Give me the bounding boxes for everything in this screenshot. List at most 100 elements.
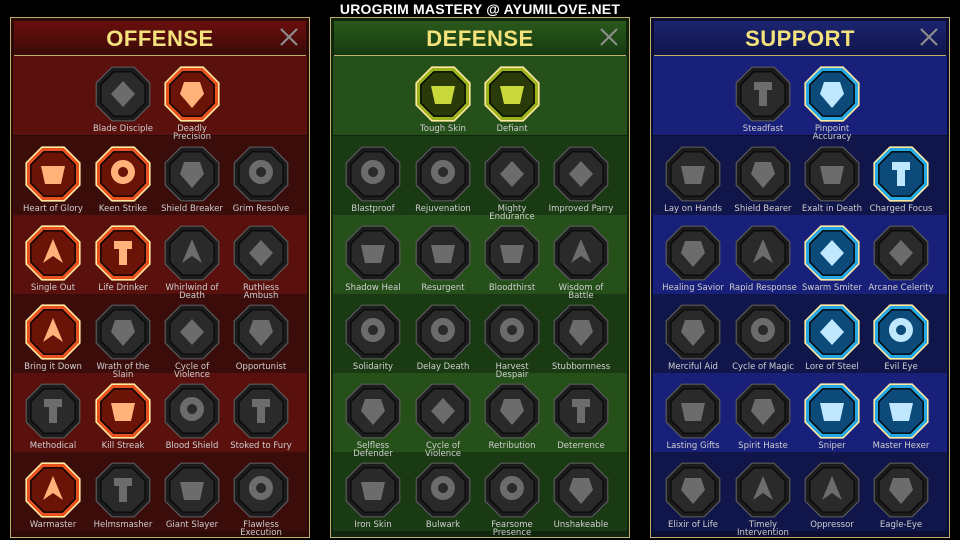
talent-single-out[interactable]: Single Out [19, 223, 87, 302]
talent-merciful-aid[interactable]: Merciful Aid [659, 302, 727, 381]
talent-lore-of-steel[interactable]: Lore of Steel [798, 302, 866, 381]
talent-oppressor[interactable]: Oppressor [798, 460, 866, 537]
defense-panel: DEFENSE Tough Skin Defiant Blastproof Rejuve… [330, 17, 630, 538]
talent-label: Stubbornness [551, 362, 611, 372]
talent-fearsome-presence[interactable]: Fearsome Presence [478, 460, 546, 537]
talent-bring-it-down[interactable]: Bring it Down [19, 302, 87, 381]
talent-lay-on-hands[interactable]: Lay on Hands [659, 144, 727, 223]
talent-lasting-gifts[interactable]: Lasting Gifts [659, 381, 727, 460]
close-icon [920, 28, 938, 46]
talent-sniper[interactable]: Sniper [798, 381, 866, 460]
talent-cycle-of-violence[interactable]: Cycle of Violence [158, 302, 226, 381]
talent-eagle-eye[interactable]: Eagle-Eye [867, 460, 935, 537]
muscle-figure-icon [484, 146, 540, 202]
talent-rejuvenation[interactable]: Rejuvenation [409, 144, 477, 223]
talent-harvest-despair[interactable]: Harvest Despair [478, 302, 546, 381]
close-icon [600, 28, 618, 46]
talent-wisdom-of-battle[interactable]: Wisdom of Battle [547, 223, 615, 302]
talent-tough-skin[interactable]: Tough Skin [409, 64, 477, 143]
talent-blood-shield[interactable]: Blood Shield [158, 381, 226, 460]
talent-healing-savior[interactable]: Healing Savior [659, 223, 727, 302]
talent-label: Wisdom of Battle [558, 283, 604, 301]
talent-deterrence[interactable]: Deterrence [547, 381, 615, 460]
talent-whirlwind-of-death[interactable]: Whirlwind of Death [158, 223, 226, 302]
talent-resurgent[interactable]: Resurgent [409, 223, 477, 302]
talent-label: Kill Streak [101, 441, 145, 451]
talent-exalt-in-death[interactable]: Exalt in Death [798, 144, 866, 223]
support-close-button[interactable] [918, 26, 940, 48]
talent-label: Sniper [818, 441, 846, 451]
plus-heart-icon [735, 66, 791, 122]
timely-skull-icon [735, 462, 791, 518]
talent-opportunist[interactable]: Opportunist [227, 302, 295, 381]
talent-label: Deterrence [557, 441, 605, 451]
talent-label: Elixir of Life [668, 520, 718, 530]
talent-solidarity[interactable]: Solidarity [339, 302, 407, 381]
healing-figure-icon [665, 225, 721, 281]
retribution-skull-icon [484, 383, 540, 439]
talent-keen-strike[interactable]: Keen Strike [89, 144, 157, 223]
open-book-icon [804, 304, 860, 360]
talent-label: Charged Focus [869, 204, 933, 214]
talent-charged-focus[interactable]: Charged Focus [867, 144, 935, 223]
talent-retribution[interactable]: Retribution [478, 381, 546, 460]
talent-kill-streak[interactable]: Kill Streak [89, 381, 157, 460]
blood-shield-icon [164, 383, 220, 439]
talent-bulwark[interactable]: Bulwark [409, 460, 477, 537]
talent-flawless-execution[interactable]: Flawless Execution [227, 460, 295, 537]
talent-cycle-of-magic[interactable]: Cycle of Magic [729, 302, 797, 381]
talent-grim-resolve[interactable]: Grim Resolve [227, 144, 295, 223]
talent-arcane-celerity[interactable]: Arcane Celerity [867, 223, 935, 302]
talent-shield-bearer[interactable]: Shield Bearer [729, 144, 797, 223]
talent-rapid-response[interactable]: Rapid Response [729, 223, 797, 302]
talent-helmsmasher[interactable]: Helmsmasher [89, 460, 157, 537]
talent-swarm-smiter[interactable]: Swarm Smiter [798, 223, 866, 302]
talent-defiant[interactable]: Defiant [478, 64, 546, 143]
talent-evil-eye[interactable]: Evil Eye [867, 302, 935, 381]
talent-life-drinker[interactable]: Life Drinker [89, 223, 157, 302]
talent-iron-skin[interactable]: Iron Skin [339, 460, 407, 537]
talent-warmaster[interactable]: Warmaster [19, 460, 87, 537]
talent-shadow-heal[interactable]: Shadow Heal [339, 223, 407, 302]
talent-deadly-precision[interactable]: Deadly Precision [158, 64, 226, 143]
talent-label: Master Hexer [872, 441, 930, 451]
talent-spirit-haste[interactable]: Spirit Haste [729, 381, 797, 460]
talent-blastproof[interactable]: Blastproof [339, 144, 407, 223]
defense-close-button[interactable] [598, 26, 620, 48]
talent-stoked-to-fury[interactable]: Stoked to Fury [227, 381, 295, 460]
talent-elixir-of-life[interactable]: Elixir of Life [659, 460, 727, 537]
talent-delay-death[interactable]: Delay Death [409, 302, 477, 381]
talent-label: Oppressor [810, 520, 854, 530]
talent-heart-of-glory[interactable]: Heart of Glory [19, 144, 87, 223]
talent-bloodthirst[interactable]: Bloodthirst [478, 223, 546, 302]
swarm-bolt-icon [804, 225, 860, 281]
talent-selfless-defender[interactable]: Selfless Defender [339, 381, 407, 460]
talent-mighty-endurance[interactable]: Mighty Endurance [478, 144, 546, 223]
spider-icon [25, 383, 81, 439]
talent-label: Blood Shield [165, 441, 219, 451]
axe-icon [164, 304, 220, 360]
talent-steadfast[interactable]: Steadfast [729, 64, 797, 143]
offense-close-button[interactable] [278, 26, 300, 48]
talent-label: Defiant [496, 124, 528, 134]
dagger-strike-icon [164, 66, 220, 122]
talent-ruthless-ambush[interactable]: Ruthless Ambush [227, 223, 295, 302]
talent-blade-disciple[interactable]: Blade Disciple [89, 64, 157, 143]
talent-label: Pinpoint Accuracy [812, 124, 852, 142]
talent-wrath-of-the-slain[interactable]: Wrath of the Slain [89, 302, 157, 381]
talent-timely-intervention[interactable]: Timely Intervention [729, 460, 797, 537]
talent-cycle-of-violence[interactable]: Cycle of Violence [409, 381, 477, 460]
talent-methodical[interactable]: Methodical [19, 381, 87, 460]
talent-label: Shadow Heal [345, 283, 401, 293]
talent-stubbornness[interactable]: Stubbornness [547, 302, 615, 381]
talent-label: Lay on Hands [664, 204, 722, 214]
talent-improved-parry[interactable]: Improved Parry [547, 144, 615, 223]
talent-label: Improved Parry [548, 204, 614, 214]
parry-blades-icon [553, 146, 609, 202]
talent-shield-breaker[interactable]: Shield Breaker [158, 144, 226, 223]
talent-label: Exalt in Death [801, 204, 863, 214]
talent-pinpoint-accuracy[interactable]: Pinpoint Accuracy [798, 64, 866, 143]
talent-master-hexer[interactable]: Master Hexer [867, 381, 935, 460]
talent-unshakeable[interactable]: Unshakeable [547, 460, 615, 537]
talent-giant-slayer[interactable]: Giant Slayer [158, 460, 226, 537]
